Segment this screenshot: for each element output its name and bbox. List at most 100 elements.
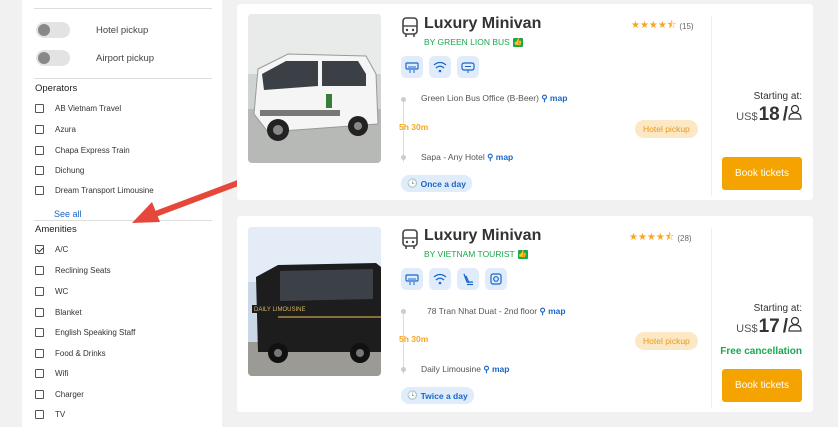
divider	[711, 228, 712, 408]
hotel-pickup-label: Hotel pickup	[96, 24, 149, 36]
checkbox[interactable]	[35, 328, 44, 337]
amenity-label: English Speaking Staff	[55, 328, 136, 337]
departure-label: 78 Tran Nhat Duat - 2nd floor	[427, 306, 538, 316]
arrival-label: Sapa - Any Hotel	[421, 152, 485, 162]
arrival-point: Sapa - Any Hotel ⚲ map	[421, 152, 513, 163]
checkbox[interactable]	[35, 410, 44, 419]
checkbox[interactable]	[35, 186, 44, 195]
hotel-pickup-badge: Hotel pickup	[635, 332, 698, 350]
vehicle-photo[interactable]	[248, 14, 381, 163]
checkbox[interactable]	[35, 166, 44, 175]
airport-pickup-label: Airport pickup	[96, 52, 155, 64]
book-tickets-button[interactable]: Book tickets	[722, 369, 802, 402]
currency: US$	[736, 111, 758, 123]
amenity-label: Blanket	[55, 308, 82, 317]
vehicle-photo[interactable]: DAILY LIMOUSINE	[248, 227, 381, 376]
departure-map-link[interactable]: ⚲ map	[541, 93, 567, 103]
operator-option[interactable]: Dichung	[35, 166, 84, 175]
amenity-icons	[401, 268, 507, 290]
hotel-pickup-toggle-row[interactable]: Hotel pickup	[36, 22, 148, 38]
checkbox[interactable]	[35, 104, 44, 113]
divider	[34, 78, 212, 79]
divider	[711, 16, 712, 196]
amenity-option[interactable]: Wifi	[35, 369, 68, 378]
operator-option[interactable]: Chapa Express Train	[35, 146, 130, 155]
thumbs-up-icon: 👍	[512, 37, 523, 47]
checkbox[interactable]	[35, 287, 44, 296]
hotel-pickup-toggle[interactable]	[36, 22, 70, 38]
amenity-option[interactable]: TV	[35, 410, 65, 419]
operator-option[interactable]: AB Vietnam Travel	[35, 104, 121, 113]
frequency-badge: 🕓 Once a day	[401, 175, 472, 192]
checkbox[interactable]	[35, 390, 44, 399]
starting-at-label: Starting at:	[753, 303, 802, 314]
currency: US$	[736, 323, 758, 335]
clock-icon: 🕓	[407, 178, 418, 188]
annotation-arrow-icon	[132, 180, 241, 223]
checkbox[interactable]	[35, 266, 44, 275]
airport-pickup-toggle-row[interactable]: Airport pickup	[36, 50, 154, 66]
see-all-operators-link[interactable]: See all	[54, 209, 82, 219]
arrival-map-link[interactable]: ⚲ map	[487, 152, 513, 162]
operators-title: Operators	[35, 83, 78, 94]
amenity-option[interactable]: A/C	[35, 245, 68, 254]
amenity-label: Wifi	[55, 369, 69, 378]
checkbox[interactable]	[35, 245, 44, 254]
starting-at-label: Starting at:	[753, 91, 802, 102]
amenity-label: Food & Drinks	[55, 349, 106, 358]
operator-label: BY VIETNAM TOURIST	[424, 249, 515, 259]
checkbox[interactable]	[35, 369, 44, 378]
operator-name: BY VIETNAM TOURIST 👍	[424, 249, 528, 259]
amenity-option[interactable]: English Speaking Staff	[35, 328, 135, 337]
departure-map-link[interactable]: ⚲ map	[539, 306, 565, 316]
arrival-map-link[interactable]: ⚲ map	[483, 364, 509, 374]
map-label: map	[548, 306, 566, 316]
amenity-option[interactable]: Food & Drinks	[35, 349, 106, 358]
checkbox[interactable]	[35, 308, 44, 317]
frequency-label: Twice a day	[420, 390, 468, 401]
wifi-icon	[429, 56, 451, 78]
amenity-label: TV	[55, 410, 66, 419]
ac-icon	[401, 56, 423, 78]
listing-title[interactable]: Luxury Minivan	[424, 227, 541, 245]
listing-title[interactable]: Luxury Minivan	[424, 15, 541, 33]
amenity-option[interactable]: Reclining Seats	[35, 266, 111, 275]
airport-pickup-toggle[interactable]	[36, 50, 70, 66]
bus-icon	[402, 229, 418, 249]
operator-label: BY GREEN LION BUS	[424, 37, 510, 47]
amenity-option[interactable]: Charger	[35, 390, 84, 399]
entertainment-icon	[457, 56, 479, 78]
rating[interactable]: ★★★★⯪ (28)	[629, 230, 692, 247]
rating[interactable]: ★★★★⯪ (15)	[631, 18, 694, 35]
reclining-seat-icon	[457, 268, 479, 290]
map-label: map	[549, 93, 568, 103]
operator-label: Chapa Express Train	[55, 146, 130, 155]
person-icon	[788, 316, 802, 332]
price-amount: 17	[758, 316, 780, 337]
checkbox[interactable]	[35, 349, 44, 358]
frequency-badge: 🕓 Twice a day	[401, 387, 474, 404]
operator-label: Azura	[55, 125, 76, 134]
price: US$ 18 /	[736, 104, 802, 126]
amenity-label: Charger	[55, 390, 84, 399]
hotel-pickup-badge: Hotel pickup	[635, 120, 698, 138]
trip-duration: 5h 30m	[399, 122, 429, 132]
arrival-label: Daily Limousine	[421, 364, 481, 374]
person-icon	[788, 104, 802, 120]
checkbox[interactable]	[35, 125, 44, 134]
amenity-icons	[401, 56, 479, 78]
thumbs-up-icon: 👍	[517, 249, 528, 259]
amenity-label: Reclining Seats	[55, 266, 111, 275]
departure-point: 78 Tran Nhat Duat - 2nd floor ⚲ map	[427, 306, 566, 317]
operator-option[interactable]: Azura	[35, 125, 76, 134]
operator-label: Dichung	[55, 166, 85, 175]
book-tickets-button[interactable]: Book tickets	[722, 157, 802, 190]
checkbox[interactable]	[35, 146, 44, 155]
frequency-label: Once a day	[420, 178, 466, 189]
amenity-option[interactable]: WC	[35, 287, 68, 296]
amenity-option[interactable]: Blanket	[35, 308, 82, 317]
review-count: (15)	[679, 22, 694, 31]
star-rating-icon: ★★★★⯪	[629, 232, 675, 243]
ac-icon	[401, 268, 423, 290]
price-amount: 18	[758, 104, 780, 125]
